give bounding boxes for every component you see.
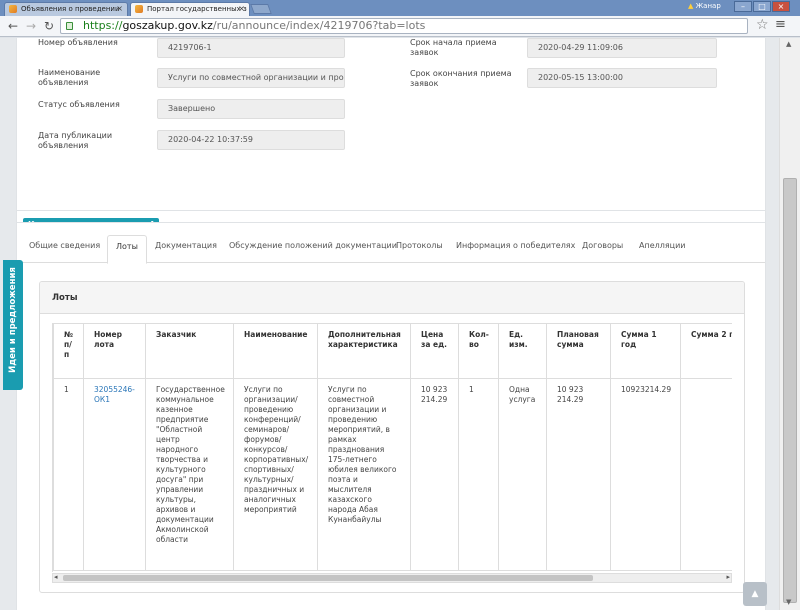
- forward-arrow-icon[interactable]: →: [26, 19, 36, 33]
- close-tab-icon[interactable]: ×: [238, 3, 245, 15]
- menu-icon[interactable]: ≡: [775, 17, 786, 32]
- page-viewport: Номер объявления 4219706-1 Наименование …: [0, 38, 779, 610]
- planned-sum-cell: 10 923 214.29: [546, 378, 611, 571]
- column-header: № п/п: [53, 323, 84, 379]
- row-number: 1: [53, 378, 84, 571]
- favicon-icon: [135, 5, 143, 13]
- profile-badge[interactable]: ▲ Жанар: [688, 2, 721, 10]
- bookmark-star-icon[interactable]: ☆: [756, 17, 769, 33]
- sum-year1-cell: 10923214.29: [610, 378, 681, 571]
- table-row: 1 32055246-ОК1 Государственное коммуналь…: [53, 378, 732, 571]
- back-arrow-icon[interactable]: ←: [8, 19, 18, 33]
- tab-lots[interactable]: Лоты: [107, 235, 147, 264]
- number-field: 4219706-1: [157, 38, 345, 58]
- end-date-field: 2020-05-15 13:00:00: [527, 68, 717, 88]
- url-host: goszakup.gov.kz: [122, 19, 213, 32]
- lots-card: Общие сведения Лоты Документация Обсужде…: [16, 222, 766, 610]
- customer-cell: Государственное коммунальное казенное пр…: [145, 378, 234, 571]
- profile-name: Жанар: [695, 2, 721, 10]
- lock-icon: [66, 22, 73, 30]
- column-header: Дополнительная характеристика: [317, 323, 411, 379]
- pub-date-label: Дата публикации объявления: [38, 131, 113, 150]
- name-field: Услуги по совместной организации и прове…: [157, 68, 345, 88]
- column-header: Плановая сумма: [546, 323, 611, 379]
- column-header: Кол-во: [458, 323, 499, 379]
- lots-panel-title: Лоты: [40, 282, 744, 314]
- status-label: Статус объявления: [38, 100, 120, 109]
- tab-protocols[interactable]: Протоколы: [396, 241, 443, 250]
- lots-panel: Лоты № п/п Номер лота Заказчик Наименова…: [39, 281, 745, 593]
- tab-contracts[interactable]: Договоры: [582, 241, 623, 250]
- table-horizontal-scrollbar[interactable]: ◂ ▸: [52, 573, 732, 583]
- pub-date-field: 2020-04-22 10:37:59: [157, 130, 345, 150]
- url-bar[interactable]: https://goszakup.gov.kz/ru/announce/inde…: [60, 18, 748, 34]
- start-date-field: 2020-04-29 11:09:06: [527, 38, 717, 58]
- scrollbar-thumb[interactable]: [63, 575, 593, 581]
- column-header: Заказчик: [145, 323, 234, 379]
- lot-number-link[interactable]: 32055246-ОК1: [94, 385, 135, 404]
- name-label: Наименование объявления: [38, 68, 101, 87]
- lots-table: № п/п Номер лота Заказчик Наименование Д…: [53, 323, 732, 571]
- browser-tab-title: Объявления о проведении: [21, 5, 120, 13]
- warning-icon: ▲: [688, 2, 694, 10]
- tab-appeals[interactable]: Апелляции: [639, 241, 686, 250]
- lot-number-cell: 32055246-ОК1: [83, 378, 146, 571]
- reload-icon[interactable]: ↻: [44, 19, 54, 33]
- name-cell: Услуги по организации/ проведению конфер…: [233, 378, 318, 571]
- tab-general[interactable]: Общие сведения: [29, 241, 100, 250]
- sum-year2-cell: [680, 378, 732, 571]
- scroll-down-icon[interactable]: ▼: [786, 598, 791, 606]
- url-path: /ru/announce/index/4219706?tab=lots: [212, 19, 426, 32]
- address-toolbar: ← → ↻ https://goszakup.gov.kz/ru/announc…: [0, 16, 800, 37]
- browser-tab-announcements[interactable]: Объявления о проведении ×: [4, 2, 128, 16]
- number-label: Номер объявления: [38, 38, 118, 47]
- favicon-icon: [9, 5, 17, 13]
- close-window-button[interactable]: ×: [772, 1, 790, 12]
- tab-discussion[interactable]: Обсуждение положений документации: [229, 241, 397, 250]
- maximize-button[interactable]: □: [753, 1, 771, 12]
- column-header: Ед. изм.: [498, 323, 547, 379]
- unit-cell: Одна услуга: [498, 378, 547, 571]
- announcement-info-card: Номер объявления 4219706-1 Наименование …: [16, 38, 766, 211]
- scroll-right-icon[interactable]: ▸: [726, 573, 730, 581]
- tab-winners[interactable]: Информация о победителях: [456, 241, 575, 250]
- lots-table-container[interactable]: № п/п Номер лота Заказчик Наименование Д…: [52, 323, 732, 572]
- new-tab-button[interactable]: [250, 4, 272, 14]
- ideas-label: Идеи и предложения: [8, 267, 18, 373]
- browser-tab-bar: Объявления о проведении × Портал государ…: [0, 0, 800, 16]
- browser-tab-portal[interactable]: Портал государственных з ×: [130, 2, 250, 16]
- scroll-to-top-button[interactable]: ▲: [743, 582, 767, 606]
- url-scheme: https://: [83, 19, 123, 32]
- scroll-up-icon[interactable]: ▲: [786, 40, 791, 48]
- browser-tab-title: Портал государственных з: [147, 5, 247, 13]
- column-header: Наименование: [233, 323, 318, 379]
- scrollbar-thumb[interactable]: [783, 178, 797, 603]
- column-header: Номер лота: [83, 323, 146, 379]
- announcement-tabs: Общие сведения Лоты Документация Обсужде…: [19, 235, 765, 264]
- chevron-up-icon: ▲: [751, 589, 759, 599]
- column-header: Сумма 1 год: [610, 323, 681, 379]
- scroll-left-icon[interactable]: ◂: [54, 573, 58, 581]
- table-header-row: № п/п Номер лота Заказчик Наименование Д…: [53, 323, 732, 379]
- close-tab-icon[interactable]: ×: [116, 3, 123, 15]
- end-date-label: Срок окончания приема заявок: [410, 69, 512, 88]
- column-header: Цена за ед.: [410, 323, 459, 379]
- status-field: Завершено: [157, 99, 345, 119]
- tab-documentation[interactable]: Документация: [155, 241, 217, 250]
- start-date-label: Срок начала приема заявок: [410, 38, 497, 57]
- qty-cell: 1: [458, 378, 499, 571]
- page-vertical-scrollbar[interactable]: ▲ ▼: [779, 38, 800, 610]
- column-header: Сумма 2 год: [680, 323, 732, 379]
- price-cell: 10 923 214.29: [410, 378, 459, 571]
- minimize-button[interactable]: –: [734, 1, 752, 12]
- extra-cell: Услуги по совместной организации и прове…: [317, 378, 411, 571]
- ideas-feedback-button[interactable]: Идеи и предложения: [3, 260, 23, 390]
